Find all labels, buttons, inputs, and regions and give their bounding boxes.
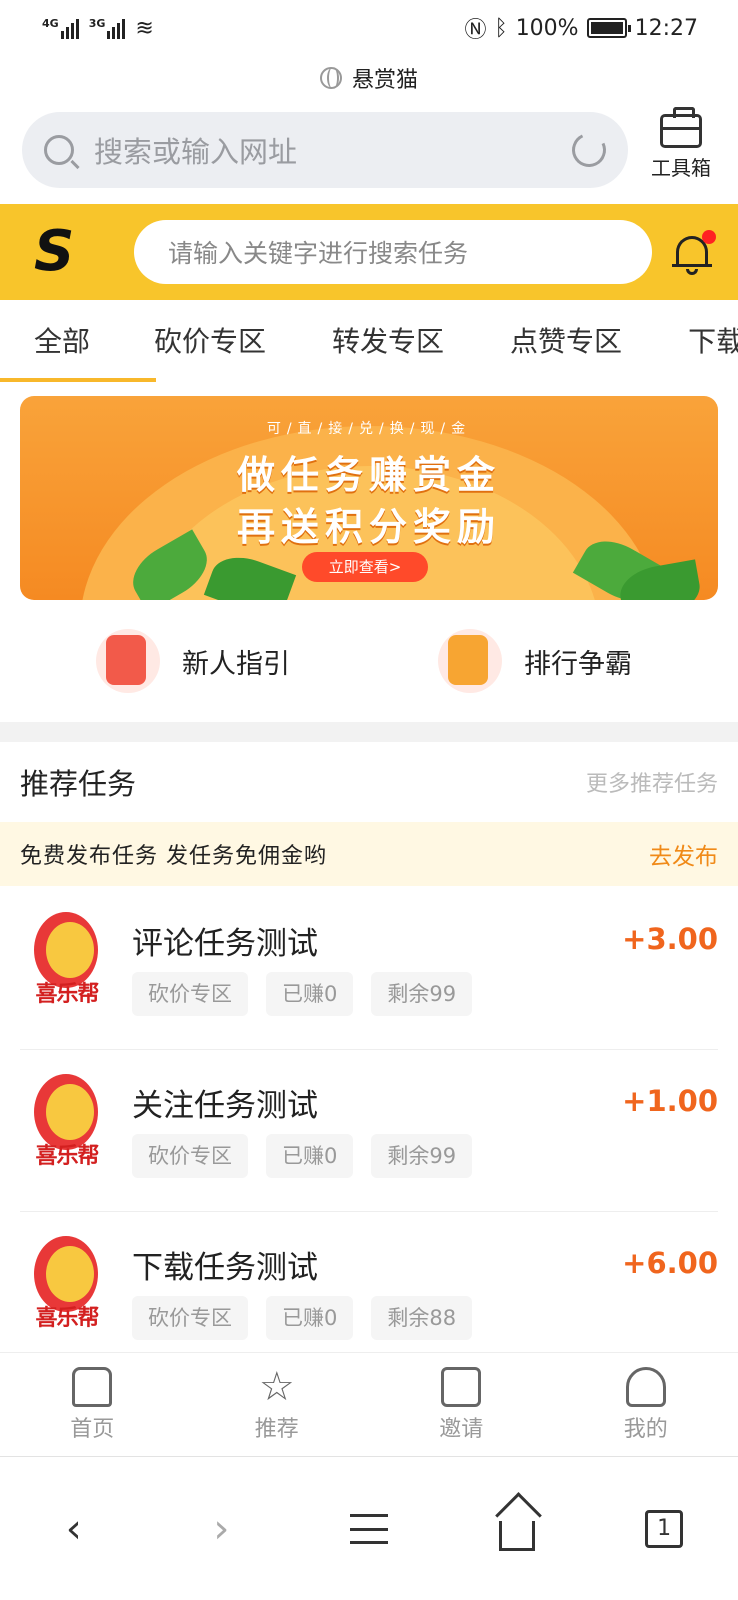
tabs-button[interactable]: 1 — [634, 1499, 694, 1559]
app-logo: S — [34, 219, 75, 284]
menu-icon — [349, 1513, 388, 1544]
tab-bargain[interactable]: 砍价专区 — [154, 300, 266, 382]
browser-address-bar[interactable]: 搜索或输入网址 — [22, 112, 628, 188]
nfc-icon: Ⓝ — [464, 18, 487, 43]
guide-icon — [96, 629, 160, 693]
task-item[interactable]: 喜乐帮 下载任务测试 +6.00 砍价专区 已赚0 剩余88 — [0, 1212, 738, 1374]
section-divider — [0, 722, 738, 742]
star-icon: ☆ — [258, 1364, 295, 1410]
globe-icon — [319, 67, 342, 89]
forward-icon[interactable]: › — [191, 1499, 251, 1559]
tab-mine[interactable]: 我的 — [554, 1353, 738, 1456]
shortcut-label: 新人指引 — [182, 648, 290, 680]
banner-headline-2: 再送积分奖励 — [236, 505, 501, 549]
task-tags: 砍价专区 已赚0 剩余99 — [132, 972, 473, 1016]
search-icon — [44, 135, 74, 165]
tab-recommend[interactable]: ☆ 推荐 — [185, 1353, 370, 1456]
task-reward: +1.00 — [622, 1084, 718, 1118]
tab-home[interactable]: 首页 — [0, 1353, 185, 1456]
site-title: 悬赏猫 — [0, 62, 738, 94]
bell-icon[interactable] — [672, 230, 716, 276]
task-avatar: 喜乐帮 — [26, 1074, 108, 1174]
user-icon — [625, 1367, 666, 1407]
tag-zone: 砍价专区 — [132, 1134, 248, 1178]
tabs-count-icon: 1 — [645, 1509, 684, 1548]
banner-subtitle: 可/直/接/兑/换/现/金 — [266, 421, 472, 437]
banner-cta-button[interactable]: 立即查看> — [302, 552, 428, 582]
notice-text: 免费发布任务 发任务免佣金哟 — [20, 844, 327, 869]
toolbox-icon — [660, 107, 702, 148]
battery-icon — [586, 18, 631, 38]
promo-banner[interactable]: 可/直/接/兑/换/现/金 做任务赚赏金 再送积分奖励 立即查看> — [20, 396, 718, 600]
menu-button[interactable] — [339, 1499, 399, 1559]
tab-recommend-label: 推荐 — [254, 1417, 299, 1442]
task-tags: 砍价专区 已赚0 剩余88 — [132, 1296, 473, 1340]
task-search-placeholder: 请输入关键字进行搜索任务 — [168, 239, 469, 268]
invite-icon — [441, 1367, 482, 1407]
home-icon — [72, 1367, 113, 1407]
shortcut-label: 排行争霸 — [524, 648, 632, 680]
tag-zone: 砍价专区 — [132, 1296, 248, 1340]
signal-icon-2: 3G — [89, 17, 126, 39]
tab-home-label: 首页 — [70, 1417, 115, 1442]
recommended-header: 推荐任务 更多推荐任务 — [0, 742, 738, 822]
clock: 12:27 — [634, 15, 698, 41]
ranking-icon — [438, 629, 502, 693]
task-avatar: 喜乐帮 — [26, 1236, 108, 1336]
site-title-text: 悬赏猫 — [351, 68, 418, 93]
task-item[interactable]: 喜乐帮 关注任务测试 +1.00 砍价专区 已赚0 剩余99 — [0, 1050, 738, 1212]
task-item[interactable]: 喜乐帮 评论任务测试 +3.00 砍价专区 已赚0 剩余99 — [0, 888, 738, 1050]
signal-indicators: 4G 3G ≋ — [42, 16, 154, 41]
notification-dot — [702, 230, 716, 244]
task-tags: 砍价专区 已赚0 剩余99 — [132, 1134, 473, 1178]
app-tab-bar: 首页 ☆ 推荐 邀请 我的 — [0, 1352, 738, 1456]
tab-download[interactable]: 下载 — [688, 300, 738, 382]
task-reward: +3.00 — [622, 922, 718, 956]
banner-headline-1: 做任务赚赏金 — [236, 453, 501, 497]
category-tabs: 全部 砍价专区 转发专区 点赞专区 下载 — [0, 300, 738, 382]
toolbox-button[interactable]: 工具箱 — [648, 107, 714, 181]
wifi-icon: ≋ — [135, 15, 154, 41]
address-placeholder: 搜索或输入网址 — [94, 135, 298, 169]
shortcut-newbie-guide[interactable]: 新人指引 — [96, 626, 290, 696]
task-search-input[interactable]: 请输入关键字进行搜索任务 — [134, 220, 652, 284]
tag-remaining: 剩余99 — [371, 972, 473, 1016]
house-icon — [498, 1520, 535, 1551]
tab-like[interactable]: 点赞专区 — [510, 300, 622, 382]
tab-forward[interactable]: 转发专区 — [332, 300, 444, 382]
tab-invite-label: 邀请 — [439, 1417, 484, 1442]
more-recommended-link[interactable]: 更多推荐任务 — [586, 766, 718, 798]
toolbox-label: 工具箱 — [651, 156, 711, 180]
app-header: S 请输入关键字进行搜索任务 — [0, 204, 738, 300]
tab-all[interactable]: 全部 — [0, 300, 157, 382]
task-title: 评论任务测试 — [132, 926, 318, 962]
tag-zone: 砍价专区 — [132, 972, 248, 1016]
shortcut-ranking[interactable]: 排行争霸 — [438, 626, 632, 696]
publish-notice: 免费发布任务 发任务免佣金哟 去发布 — [0, 822, 738, 886]
publish-link[interactable]: 去发布 — [649, 837, 718, 871]
status-right: Ⓝ ᛒ 100% 12:27 — [464, 12, 698, 44]
task-reward: +6.00 — [622, 1246, 718, 1280]
task-avatar: 喜乐帮 — [26, 912, 108, 1012]
task-title: 关注任务测试 — [132, 1088, 318, 1124]
back-icon[interactable]: ‹ — [44, 1499, 104, 1559]
tab-invite[interactable]: 邀请 — [369, 1353, 554, 1456]
refresh-icon[interactable] — [567, 128, 611, 172]
tab-mine-label: 我的 — [623, 1417, 668, 1442]
task-title: 下载任务测试 — [132, 1250, 318, 1286]
tag-earned: 已赚0 — [266, 972, 354, 1016]
signal-icon: 4G — [42, 17, 79, 39]
tag-remaining: 剩余88 — [371, 1296, 473, 1340]
browser-bottom-nav: ‹ › 1 — [0, 1456, 738, 1600]
status-bar: 4G 3G ≋ Ⓝ ᛒ 100% 12:27 — [0, 0, 738, 56]
section-title: 推荐任务 — [20, 767, 137, 801]
bluetooth-icon: ᛒ — [494, 15, 508, 41]
tag-remaining: 剩余99 — [371, 1134, 473, 1178]
tag-earned: 已赚0 — [266, 1134, 354, 1178]
battery-percent: 100% — [515, 15, 579, 41]
tag-earned: 已赚0 — [266, 1296, 354, 1340]
home-button[interactable] — [487, 1499, 547, 1559]
